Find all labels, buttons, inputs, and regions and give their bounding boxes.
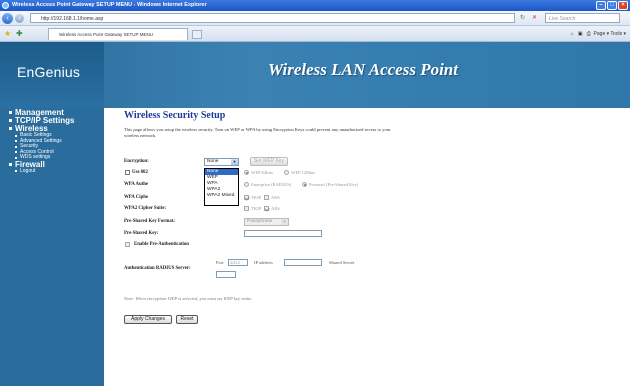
ie-icon [2,2,9,9]
logo-panel: EnGenius [0,42,104,108]
wpa2-tkip-label: TKIP [251,206,262,211]
home-icon[interactable]: ⌂ [571,31,574,37]
favorites-star-icon[interactable]: ★ [4,29,11,38]
wpa-tkip-label: TKIP [251,195,262,200]
search-input[interactable]: Live Search [545,13,620,23]
wpa2-aes-checkbox[interactable] [264,206,269,211]
print-icon[interactable]: ⎙ [587,31,591,37]
pre-auth-label: Enable Pre-Authentication [134,242,189,247]
chevron-down-icon: ▼ [281,219,288,225]
refresh-icon[interactable]: ↻ [520,14,525,21]
personal-label: Personal (Pre-Shared Key) [309,182,359,187]
page-description: This page allows you setup the wireless … [124,127,391,138]
wpa2-aes-label: AES [271,206,280,211]
psk-input[interactable] [244,230,322,237]
psk-label: Pre-Shared Key: [124,231,159,236]
wpa2-tkip-checkbox[interactable] [244,206,249,211]
header-banner: EnGenius Wireless LAN Access Point [0,42,630,108]
psk-format-label: Pre-Shared Key Format: [124,219,175,224]
banner-title: Wireless LAN Access Point [268,60,458,79]
tab-setup-menu[interactable]: Wireless Access Point Gateway SETUP MENU [48,28,188,40]
personal-radio[interactable] [302,182,307,187]
new-tab-button[interactable] [192,30,202,39]
encryption-label: Encryption: [124,159,149,164]
wep-128-radio[interactable] [284,170,289,175]
window-titlebar: Wireless Access Point Gateway SETUP MENU… [0,0,630,11]
psk-format-select[interactable]: Passphrase ▼ [244,218,289,226]
tab-bar: ★ ✚ Wireless Access Point Gateway SETUP … [0,26,630,42]
minimize-button[interactable]: – [596,1,606,10]
enterprise-label: Enterprise (RADIUS) [251,182,292,187]
enterprise-radio[interactable] [244,182,249,187]
back-icon[interactable]: ‹ [2,13,13,24]
pre-auth-checkbox[interactable] [125,242,130,247]
url-input[interactable]: http://192.168.1.1/home.asp [30,13,515,23]
apply-changes-button[interactable]: Apply Changes [124,315,172,324]
wpa-auth-label: WPA Authe [124,182,149,187]
wep-128-label: WEP 128bits [291,170,316,175]
wpa-aes-label: AES [271,195,280,200]
encryption-dropdown-list[interactable]: None WEP WPA WPA2 WPA2 Mixed [204,168,239,206]
wpa-aes-checkbox[interactable] [264,195,269,200]
wpa-cipher-label: WPA Ciphe [124,195,149,200]
sidebar: Management TCP/IP Settings Wireless Basi… [0,108,104,386]
port-input[interactable]: 1812 [228,259,248,266]
set-wep-key-button[interactable]: Set WEP Key [250,157,288,166]
encryption-select[interactable]: None ▼ [204,158,239,166]
radius-label: Authentication RADIUS Server: [124,266,191,271]
main-content: Wireless Security Setup This page allows… [104,108,630,386]
close-button[interactable]: × [618,1,628,10]
use-8021x-checkbox[interactable] [125,170,130,175]
wep-64-radio[interactable] [244,170,249,175]
chevron-down-icon: ▼ [231,159,238,165]
wpa-tkip-checkbox[interactable] [244,195,249,200]
wep-note: Note: When encryption WEP is selected, y… [124,296,253,301]
wep-64-label: WEP 64bits [251,170,273,175]
command-bar[interactable]: ⌂ ▣ ⎙ Page ▾ Tools ▾ [571,29,626,39]
shared-secret-label: Shared Secret [329,260,355,265]
feeds-icon[interactable]: ▣ [578,31,583,37]
address-bar: ‹ › http://192.168.1.1/home.asp ↻ ✕ Live… [0,11,630,26]
stop-icon[interactable]: ✕ [532,14,537,21]
forward-icon[interactable]: › [15,14,24,23]
port-label: Port [216,260,224,265]
add-favorites-icon[interactable]: ✚ [16,29,23,38]
wpa2-cipher-label: WPA2 Cipher Suite: [124,206,166,211]
page-title: Wireless Security Setup [124,110,226,121]
ip-address-input[interactable] [284,259,322,266]
reset-button[interactable]: Reset [176,315,198,324]
engenius-logo: EnGenius [17,64,81,80]
use-8021x-label: Use 802 [132,170,148,175]
sidebar-item-logout[interactable]: Logout [0,168,104,175]
window-title: Wireless Access Point Gateway SETUP MENU… [12,2,207,8]
sidebar-item-firewall[interactable]: Firewall [0,160,104,169]
shared-secret-input[interactable] [216,271,236,278]
sidebar-item-wireless[interactable]: Wireless [0,125,104,133]
ip-address-label: IP address [254,260,273,265]
encryption-option-wpa2-mixed[interactable]: WPA2 Mixed [205,193,238,199]
maximize-button[interactable]: □ [607,1,617,10]
